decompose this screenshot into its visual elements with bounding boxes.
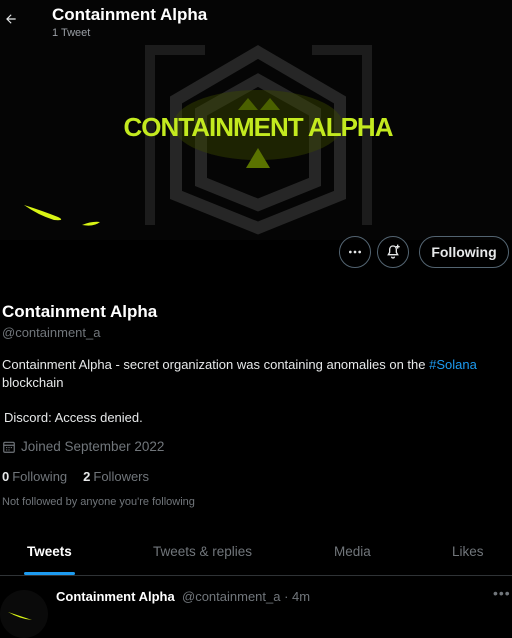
more-horizontal-icon	[349, 250, 361, 254]
active-tab-indicator	[24, 572, 75, 575]
more-options-button[interactable]	[339, 236, 371, 268]
joined-date: Joined September 2022	[2, 439, 164, 454]
not-followed-note: Not followed by anyone you're following	[2, 496, 195, 508]
followers-link[interactable]: 2 Followers	[83, 469, 149, 484]
tweet-author-name[interactable]: Containment Alpha	[56, 589, 175, 604]
tab-tweets-replies[interactable]: Tweets & replies	[153, 544, 252, 559]
profile-bio: Containment Alpha - secret organization …	[2, 356, 507, 392]
profile-handle: @containment_a	[2, 325, 101, 340]
tweet-item[interactable]: Containment Alpha @containment_a · 4m ••…	[0, 576, 512, 638]
header-title: Containment Alpha	[52, 5, 208, 24]
notifications-button[interactable]	[377, 236, 409, 268]
profile-name: Containment Alpha	[2, 302, 158, 321]
bell-plus-icon	[387, 244, 400, 259]
profile-avatar[interactable]	[18, 195, 108, 240]
tweet-count: 1 Tweet	[52, 27, 91, 39]
follow-counts: 0 Following 2 Followers	[2, 469, 149, 484]
more-horizontal-icon[interactable]: •••	[493, 585, 511, 601]
joined-text: Joined September 2022	[21, 439, 165, 454]
tab-likes[interactable]: Likes	[452, 544, 484, 559]
tweet-avatar[interactable]	[0, 590, 48, 638]
following-button[interactable]: Following	[419, 236, 509, 268]
tab-media[interactable]: Media	[334, 544, 371, 559]
profile-header-bar: Containment Alpha 1 Tweet	[0, 0, 512, 48]
banner-logo-text: CONTAINMENT ALPHA	[124, 112, 394, 142]
profile-tabs: Tweets Tweets & replies Media Likes	[0, 530, 512, 576]
hashtag-link[interactable]: #Solana	[429, 357, 477, 372]
following-link[interactable]: 0 Following	[2, 469, 67, 484]
arrow-left-icon[interactable]	[4, 12, 18, 32]
tab-tweets[interactable]: Tweets	[27, 544, 72, 559]
profile-discord-line: Discord: Access denied.	[4, 410, 143, 425]
calendar-icon	[3, 441, 15, 453]
bio-text: Containment Alpha - secret organization …	[2, 357, 430, 372]
tweet-meta: @containment_a · 4m	[182, 589, 311, 604]
bio-text-end: blockchain	[2, 375, 64, 390]
